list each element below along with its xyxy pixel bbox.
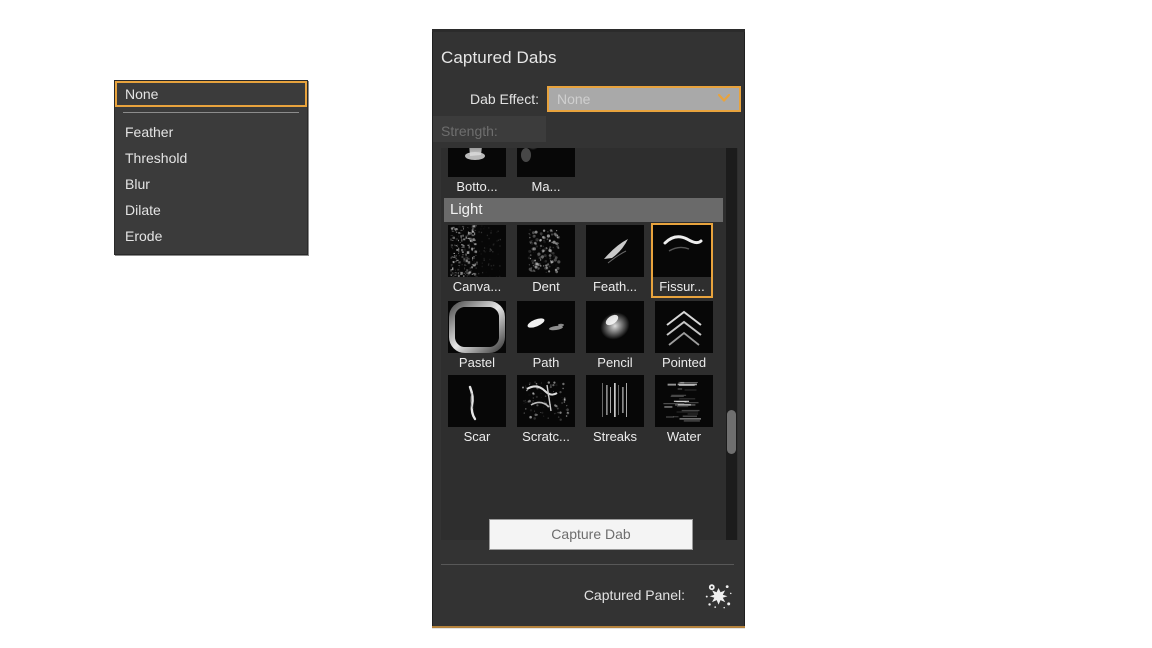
dropdown-option-blur[interactable]: Blur (115, 171, 307, 197)
grid-row: Canva... Dent Feath... Fissur... (441, 222, 726, 298)
dab-item[interactable]: Scar (446, 375, 508, 446)
grid-scrollbar-thumb[interactable] (727, 410, 736, 454)
dab-grid-inner: Botto... Ma... Light Canva... Dent Feath... Fi… (441, 148, 726, 446)
dab-thumbnail-image (655, 375, 713, 427)
dab-effect-label: Dab Effect: (433, 91, 539, 107)
dab-item-label: Botto... (446, 177, 508, 196)
dab-item-label: Ma... (515, 177, 577, 196)
captured-panel-label: Captured Panel: (584, 587, 685, 603)
dab-item-label: Dent (515, 277, 577, 296)
dropdown-option-none[interactable]: None (115, 81, 307, 107)
dab-item-label: Path (515, 353, 577, 372)
dab-item-label: Streaks (584, 427, 646, 446)
dab-item-label: Canva... (446, 277, 508, 296)
dab-thumbnail-image (517, 148, 575, 177)
dab-item[interactable]: Feath... (584, 225, 646, 298)
splat-icon[interactable] (703, 581, 733, 611)
dab-item[interactable]: Water (653, 375, 715, 446)
dab-thumbnail-image (517, 301, 575, 353)
panel-bottom-line (432, 628, 745, 629)
dab-effect-dropdown[interactable]: None Feather Threshold Blur Dilate Erode (114, 80, 308, 255)
dab-thumbnail-image (586, 225, 644, 277)
dropdown-option-dilate[interactable]: Dilate (115, 197, 307, 223)
dab-item-label: Scratc... (515, 427, 577, 446)
dab-item[interactable]: Pastel (446, 301, 508, 372)
dab-thumbnail-image (448, 301, 506, 353)
dab-item[interactable]: Dent (515, 225, 577, 298)
dab-effect-combobox[interactable]: None (547, 86, 741, 112)
dropdown-separator (123, 112, 299, 113)
dab-thumbnail-grid[interactable]: Botto... Ma... Light Canva... Dent Feath... Fi… (441, 148, 738, 540)
dab-item-label: Pencil (584, 353, 646, 372)
panel-title: Captured Dabs (441, 48, 557, 68)
captured-dabs-panel: Captured Dabs Dab Effect: None Strength:… (432, 32, 745, 628)
dab-thumbnail-image (586, 375, 644, 427)
grid-row: Pastel Path Pencil Pointed (441, 298, 726, 372)
dab-thumbnail-image (448, 375, 506, 427)
dab-item-label: Pastel (446, 353, 508, 372)
dab-effect-selected-value: None (557, 91, 590, 107)
dropdown-option-feather[interactable]: Feather (115, 119, 307, 145)
dab-thumbnail-image (448, 148, 506, 177)
dab-item[interactable]: Path (515, 301, 577, 372)
dab-item-label: Pointed (653, 353, 715, 372)
dab-thumbnail-image (653, 225, 711, 277)
grid-category-header: Light (444, 198, 723, 222)
dab-item-label: Fissur... (653, 277, 711, 296)
dab-item-label: Scar (446, 427, 508, 446)
dab-item-label: Feath... (584, 277, 646, 296)
dab-item[interactable]: Ma... (515, 148, 577, 196)
dab-item[interactable]: Botto... (446, 148, 508, 196)
dab-thumbnail-image (517, 225, 575, 277)
dab-thumbnail-image (586, 301, 644, 353)
dab-thumbnail-image (448, 225, 506, 277)
grid-scrollbar-track[interactable] (726, 148, 737, 540)
dab-item[interactable]: Scratc... (515, 375, 577, 446)
dab-item-selected[interactable]: Fissur... (651, 223, 713, 298)
chevron-down-icon (718, 94, 730, 102)
dab-item-label: Water (653, 427, 715, 446)
dab-item[interactable]: Pencil (584, 301, 646, 372)
strength-label: Strength: (441, 123, 498, 139)
dab-item[interactable]: Streaks (584, 375, 646, 446)
dab-thumbnail-image (517, 375, 575, 427)
grid-row: Scar Scratc... Streaks Water (441, 372, 726, 446)
dropdown-option-threshold[interactable]: Threshold (115, 145, 307, 171)
dab-thumbnail-image (655, 301, 713, 353)
dab-item[interactable]: Canva... (446, 225, 508, 298)
grid-row: Botto... Ma... (441, 148, 726, 196)
dab-item[interactable]: Pointed (653, 301, 715, 372)
footer-separator (441, 564, 734, 565)
capture-dab-button[interactable]: Capture Dab (489, 519, 693, 550)
dropdown-option-erode[interactable]: Erode (115, 223, 307, 249)
